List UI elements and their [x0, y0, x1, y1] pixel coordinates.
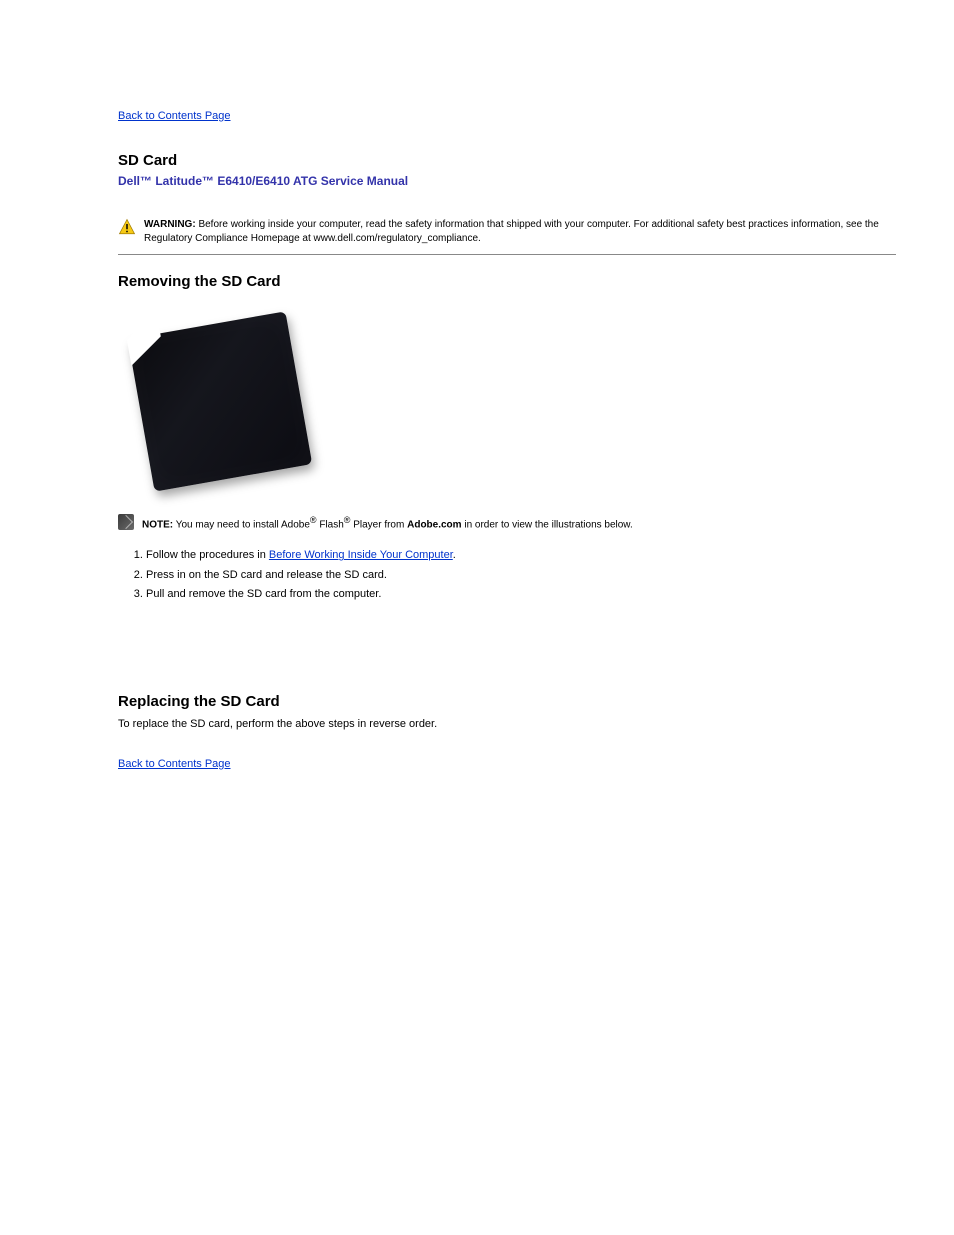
note-adobe-site: Adobe.com	[407, 519, 461, 530]
note-text: NOTE: You may need to install Adobe® Fla…	[142, 514, 633, 532]
step-2: Press in on the SD card and release the …	[146, 568, 896, 583]
warning-callout: WARNING: Before working inside your comp…	[118, 218, 896, 246]
warning-triangle-icon	[118, 218, 136, 236]
registered-mark-1: ®	[310, 515, 317, 525]
step-1-suffix: .	[453, 549, 456, 561]
note-callout: NOTE: You may need to install Adobe® Fla…	[118, 514, 896, 532]
topic-title: SD Card	[118, 152, 896, 169]
step-1: Follow the procedures in Before Working …	[146, 548, 896, 563]
divider	[118, 254, 896, 255]
document-page: Back to Contents Page SD Card Dell™ Lati…	[0, 0, 954, 840]
note-flash: Flash	[317, 519, 344, 530]
title-block: SD Card Dell™ Latitude™ E6410/E6410 ATG …	[118, 152, 896, 188]
before-working-link[interactable]: Before Working Inside Your Computer	[269, 549, 453, 561]
section-replacing-heading: Replacing the SD Card	[118, 693, 896, 710]
warning-body: Before working inside your computer, rea…	[144, 219, 879, 244]
manual-subtitle: Dell™ Latitude™ E6410/E6410 ATG Service …	[118, 174, 896, 188]
note-label: NOTE:	[142, 519, 173, 530]
note-pencil-icon	[118, 514, 134, 530]
replace-instruction: To replace the SD card, perform the abov…	[118, 718, 896, 730]
note-prefix: You may need to install Adobe	[176, 519, 310, 530]
warning-label: WARNING:	[144, 219, 196, 230]
step-1-prefix: Follow the procedures in	[146, 549, 269, 561]
back-to-contents-link-top[interactable]: Back to Contents Page	[118, 110, 231, 122]
note-suffix: in order to view the illustrations below…	[462, 519, 633, 530]
note-player: Player from	[350, 519, 407, 530]
section-removing-heading: Removing the SD Card	[118, 273, 896, 290]
step-3: Pull and remove the SD card from the com…	[146, 587, 896, 602]
back-to-contents-link-bottom[interactable]: Back to Contents Page	[118, 758, 231, 770]
steps-list: Follow the procedures in Before Working …	[146, 548, 896, 602]
warning-text: WARNING: Before working inside your comp…	[144, 218, 896, 246]
sd-card-image	[118, 302, 348, 502]
